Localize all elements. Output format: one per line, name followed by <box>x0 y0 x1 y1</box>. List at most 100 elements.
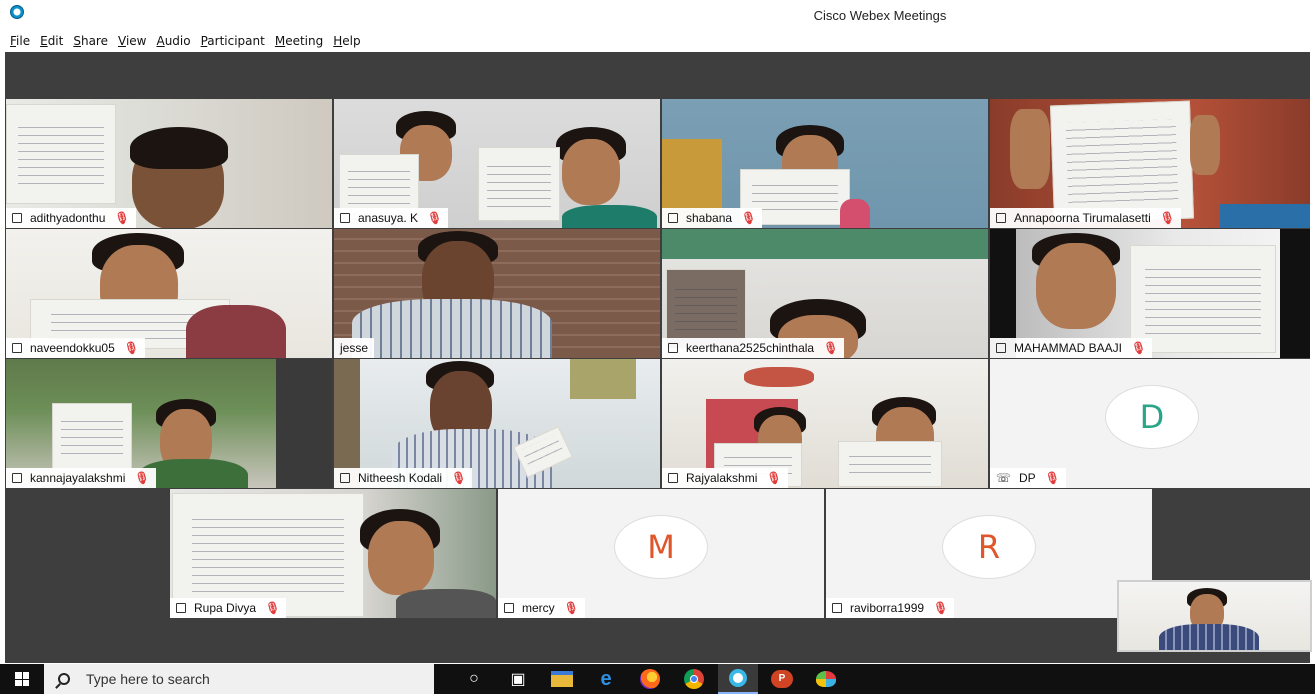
cortana-icon[interactable]: ○ <box>454 664 494 694</box>
menu-share[interactable]: Share <box>73 34 108 48</box>
avatar-tile[interactable]: R raviborra1999 🎙︎ <box>826 489 1152 618</box>
muted-mic-icon: 🎙︎ <box>451 471 467 485</box>
video-icon <box>176 603 186 613</box>
participant-name: MAHAMMAD BAAJI <box>1014 341 1123 355</box>
muted-mic-icon: 🎙︎ <box>766 471 782 485</box>
self-view-video[interactable] <box>1117 580 1312 652</box>
muted-mic-icon: 🎙︎ <box>933 601 949 615</box>
participant-label: Annapoorna Tirumalasetti 🎙︎ <box>990 208 1181 228</box>
video-icon <box>12 343 22 353</box>
participant-name: shabana <box>686 211 733 225</box>
firefox-icon[interactable] <box>630 664 670 694</box>
participant-name: Nitheesh Kodali <box>358 471 443 485</box>
avatar-tile[interactable]: M mercy 🎙︎ <box>498 489 824 618</box>
menu-participant[interactable]: Participant <box>201 34 265 48</box>
muted-mic-icon: 🎙︎ <box>123 341 139 355</box>
avatar-initial: M <box>647 528 675 566</box>
video-icon <box>996 343 1006 353</box>
muted-mic-icon: 🎙︎ <box>823 341 839 355</box>
participant-name: DP <box>1019 471 1036 485</box>
participant-name: Annapoorna Tirumalasetti <box>1014 211 1151 225</box>
participant-name: Rajyalakshmi <box>686 471 758 485</box>
video-icon <box>668 343 678 353</box>
avatar-initial: R <box>977 528 1001 566</box>
phone-audio-icon: ☏ <box>996 471 1012 485</box>
participant-name: jesse <box>340 341 369 355</box>
video-tile[interactable]: anasuya. K 🎙︎ <box>334 99 660 228</box>
video-tile[interactable]: Annapoorna Tirumalasetti 🎙︎ <box>990 99 1310 228</box>
muted-mic-icon: 🎙︎ <box>114 211 130 225</box>
video-icon <box>12 473 22 483</box>
menu-help[interactable]: Help <box>333 34 360 48</box>
participant-label: mercy 🎙︎ <box>498 598 585 618</box>
video-tile[interactable]: MAHAMMAD BAAJI 🎙︎ <box>990 229 1310 358</box>
video-tile[interactable]: Nitheesh Kodali 🎙︎ <box>334 359 660 488</box>
participant-label: anasuya. K 🎙︎ <box>334 208 449 228</box>
avatar: R <box>942 515 1036 579</box>
task-view-icon[interactable]: ▣ <box>498 664 538 694</box>
video-tile[interactable]: jesse <box>334 229 660 358</box>
video-tile[interactable]: naveendokku05 🎙︎ <box>6 229 332 358</box>
muted-mic-icon: 🎙︎ <box>563 601 579 615</box>
video-grid: adithyadonthu 🎙︎ anasuya. K 🎙︎ shabana 🎙… <box>5 52 1310 663</box>
title-bar: Cisco Webex Meetings <box>0 0 1315 30</box>
participant-label: jesse <box>334 338 375 358</box>
video-icon <box>996 213 1006 223</box>
powerpoint-icon[interactable]: P <box>762 664 802 694</box>
edge-icon[interactable]: e <box>586 664 626 694</box>
video-icon <box>12 213 22 223</box>
participant-label: Rupa Divya 🎙︎ <box>170 598 287 618</box>
video-icon <box>504 603 514 613</box>
participant-label: Nitheesh Kodali 🎙︎ <box>334 468 473 488</box>
video-tile[interactable]: Rupa Divya 🎙︎ <box>170 489 496 618</box>
windows-icon <box>15 672 29 686</box>
participant-label: keerthana2525chinthala 🎙︎ <box>662 338 845 358</box>
participant-label: MAHAMMAD BAAJI 🎙︎ <box>990 338 1153 358</box>
participant-label: adithyadonthu 🎙︎ <box>6 208 136 228</box>
video-tile[interactable]: Rajyalakshmi 🎙︎ <box>662 359 988 488</box>
search-icon <box>58 673 70 685</box>
muted-mic-icon: 🎙︎ <box>741 211 757 225</box>
participant-name: keerthana2525chinthala <box>686 341 815 355</box>
video-tile[interactable]: shabana 🎙︎ <box>662 99 988 228</box>
participant-label: naveendokku05 🎙︎ <box>6 338 145 358</box>
avatar: D <box>1105 385 1199 449</box>
participant-name: naveendokku05 <box>30 341 115 355</box>
chrome-icon[interactable] <box>674 664 714 694</box>
webex-icon[interactable] <box>718 664 758 694</box>
participant-name: adithyadonthu <box>30 211 106 225</box>
participant-label: raviborra1999 🎙︎ <box>826 598 955 618</box>
menu-audio[interactable]: Audio <box>156 34 190 48</box>
menu-file[interactable]: File <box>10 34 30 48</box>
participant-name: Rupa Divya <box>194 601 257 615</box>
participant-name: mercy <box>522 601 555 615</box>
muted-mic-icon: 🎙︎ <box>1044 471 1060 485</box>
video-tile[interactable]: adithyadonthu 🎙︎ <box>6 99 332 228</box>
taskbar: Type here to search ○ ▣ e P <box>0 664 1315 694</box>
muted-mic-icon: 🎙︎ <box>1131 341 1147 355</box>
video-icon <box>340 213 350 223</box>
participant-label: shabana 🎙︎ <box>662 208 763 228</box>
menu-edit[interactable]: Edit <box>40 34 63 48</box>
video-tile[interactable]: keerthana2525chinthala 🎙︎ <box>662 229 988 358</box>
muted-mic-icon: 🎙︎ <box>427 211 443 225</box>
video-tile[interactable]: kannajayalakshmi 🎙︎ <box>6 359 332 488</box>
menu-meeting[interactable]: Meeting <box>275 34 323 48</box>
participant-label: kannajayalakshmi 🎙︎ <box>6 468 156 488</box>
avatar-tile[interactable]: D ☏ DP 🎙︎ <box>990 359 1310 488</box>
avatar: M <box>614 515 708 579</box>
start-button[interactable] <box>0 664 44 694</box>
avatar-initial: D <box>1139 398 1165 436</box>
file-explorer-icon[interactable] <box>542 664 582 694</box>
search-placeholder: Type here to search <box>86 671 210 687</box>
menu-bar: File Edit Share View Audio Participant M… <box>0 30 1315 52</box>
video-icon <box>668 473 678 483</box>
muted-mic-icon: 🎙︎ <box>265 601 281 615</box>
paint-icon[interactable] <box>806 664 846 694</box>
muted-mic-icon: 🎙︎ <box>134 471 150 485</box>
participant-label: ☏ DP 🎙︎ <box>990 468 1066 488</box>
participant-name: raviborra1999 <box>850 601 925 615</box>
taskbar-search[interactable]: Type here to search <box>44 664 434 694</box>
menu-view[interactable]: View <box>118 34 146 48</box>
muted-mic-icon: 🎙︎ <box>1159 211 1175 225</box>
